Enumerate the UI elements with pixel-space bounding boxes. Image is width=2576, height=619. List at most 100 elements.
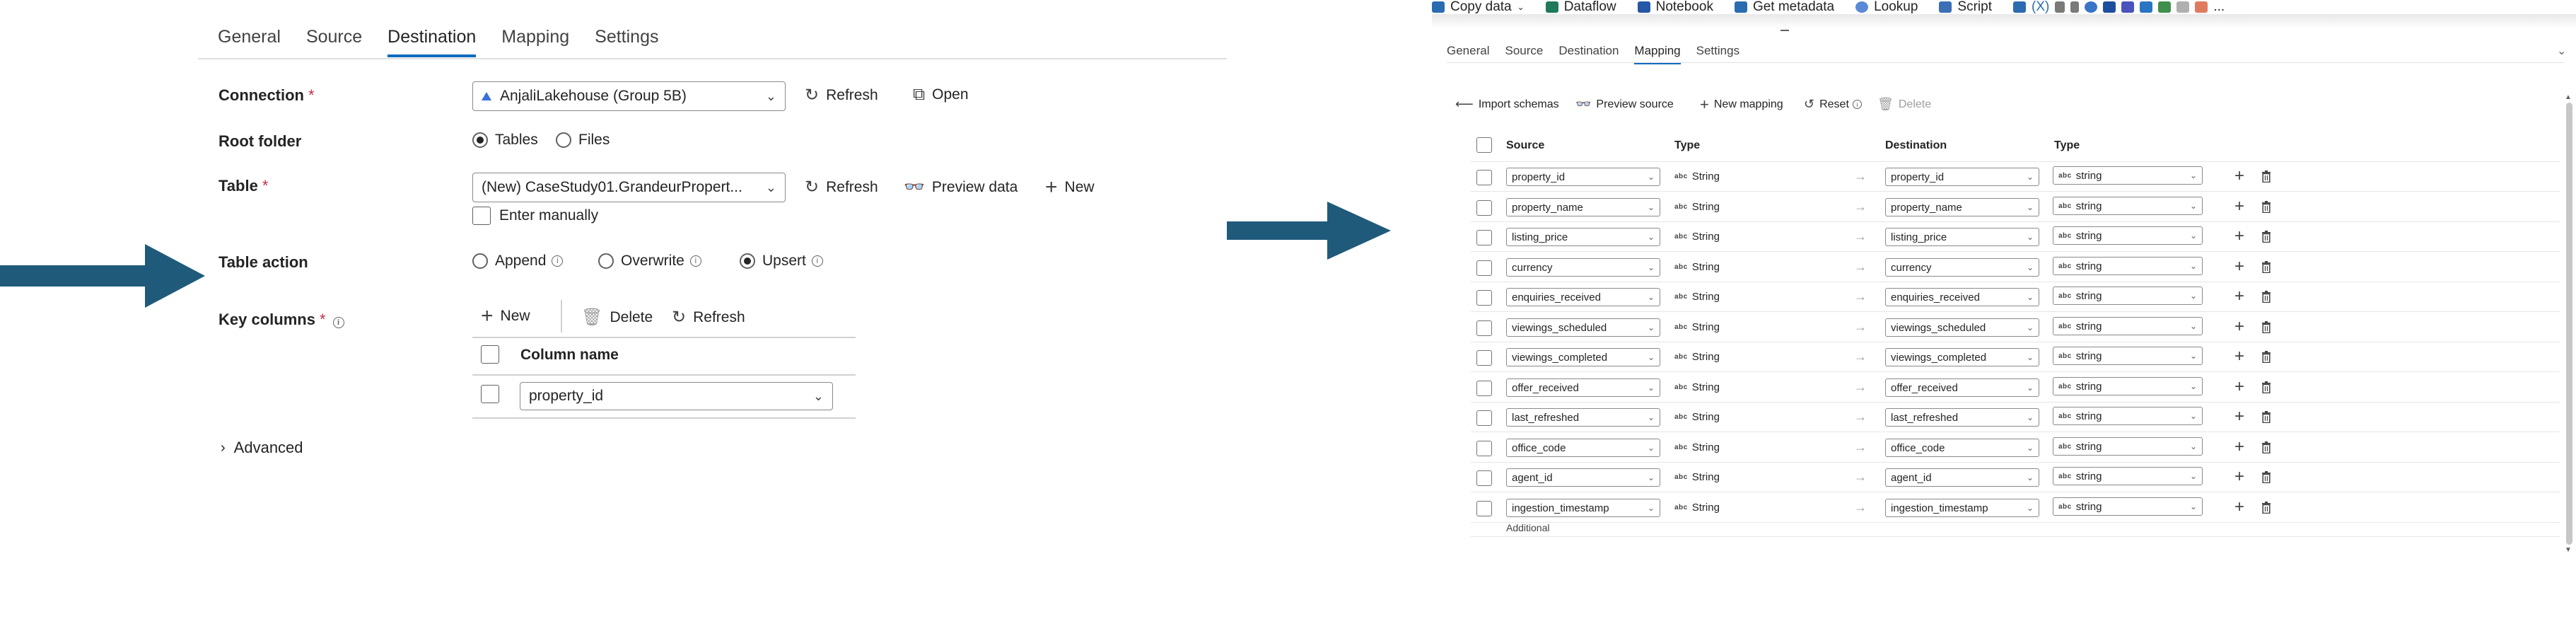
tab-destination[interactable]: Destination bbox=[1558, 44, 1619, 64]
add-row-icon[interactable]: + bbox=[2234, 439, 2244, 456]
resize-handle[interactable] bbox=[1781, 30, 1789, 31]
destination-column-select[interactable]: currency ⌄ bbox=[1885, 258, 2039, 277]
destination-type-select[interactable]: abc string ⌄ bbox=[2053, 437, 2203, 456]
destination-column-select[interactable]: agent_id ⌄ bbox=[1885, 468, 2039, 487]
tab-mapping[interactable]: Mapping bbox=[501, 27, 569, 57]
add-row-icon[interactable]: + bbox=[2234, 198, 2244, 215]
script-button[interactable]: Script bbox=[1939, 0, 1992, 15]
preview-data-button[interactable]: 👓 Preview data bbox=[904, 177, 1018, 197]
destination-type-select[interactable]: abc string ⌄ bbox=[2053, 257, 2203, 275]
delete-mapping-button[interactable]: 🗑 Delete bbox=[1877, 97, 1931, 112]
trash-icon[interactable] bbox=[2261, 291, 2271, 306]
source-column-select[interactable]: property_id ⌄ bbox=[1506, 168, 1660, 186]
source-column-select[interactable]: listing_price ⌄ bbox=[1506, 228, 1660, 246]
source-column-select[interactable]: property_name ⌄ bbox=[1506, 198, 1660, 216]
source-column-select[interactable]: viewings_scheduled ⌄ bbox=[1506, 318, 1660, 337]
tab-source[interactable]: Source bbox=[1505, 44, 1543, 64]
add-row-icon[interactable]: + bbox=[2234, 318, 2244, 335]
add-row-icon[interactable]: + bbox=[2234, 228, 2244, 245]
mapping-row-checkbox[interactable] bbox=[1476, 441, 1492, 456]
destination-column-select[interactable]: viewings_completed ⌄ bbox=[1885, 348, 2039, 366]
source-column-select[interactable]: enquiries_received ⌄ bbox=[1506, 288, 1660, 306]
destination-type-select[interactable]: abc string ⌄ bbox=[2053, 407, 2203, 425]
activity-icon[interactable] bbox=[2013, 1, 2026, 13]
radio-upsert[interactable]: Upsert i bbox=[740, 253, 823, 270]
tab-general[interactable]: General bbox=[1447, 44, 1489, 64]
mapping-row-checkbox[interactable] bbox=[1476, 501, 1492, 516]
destination-type-select[interactable]: abc string ⌄ bbox=[2053, 347, 2203, 365]
teams-icon[interactable] bbox=[2121, 1, 2135, 13]
source-column-select[interactable]: viewings_completed ⌄ bbox=[1506, 348, 1660, 366]
connection-refresh-button[interactable]: ↻ Refresh bbox=[805, 85, 878, 105]
table-select[interactable]: (New) CaseStudy01.GrandeurPropert... ⌄ bbox=[472, 173, 786, 202]
enter-manually-checkbox[interactable]: Enter manually bbox=[472, 207, 598, 225]
radio-tables[interactable]: Tables bbox=[472, 132, 538, 149]
more-icon[interactable]: ... bbox=[2213, 0, 2225, 15]
scrollbar-thumb[interactable] bbox=[2566, 103, 2572, 545]
trash-icon[interactable] bbox=[2261, 170, 2271, 186]
scroll-down-icon[interactable]: ▼ bbox=[2565, 546, 2572, 554]
mapping-row-checkbox[interactable] bbox=[1476, 381, 1492, 396]
destination-column-select[interactable]: property_name ⌄ bbox=[1885, 198, 2039, 216]
add-row-icon[interactable]: + bbox=[2234, 168, 2244, 185]
connection-open-button[interactable]: ⧉ Open bbox=[913, 85, 969, 105]
destination-column-select[interactable]: enquiries_received ⌄ bbox=[1885, 288, 2039, 306]
advanced-expander[interactable]: › Advanced bbox=[221, 439, 303, 457]
destination-column-select[interactable]: ingestion_timestamp ⌄ bbox=[1885, 499, 2039, 517]
destination-column-select[interactable]: listing_price ⌄ bbox=[1885, 228, 2039, 246]
tab-source[interactable]: Source bbox=[306, 27, 362, 57]
table-refresh-button[interactable]: ↻ Refresh bbox=[805, 177, 878, 197]
tab-settings[interactable]: Settings bbox=[595, 27, 658, 57]
destination-type-select[interactable]: abc string ⌄ bbox=[2053, 377, 2203, 395]
tab-destination[interactable]: Destination bbox=[387, 27, 477, 57]
sharepoint-icon[interactable] bbox=[2140, 1, 2153, 13]
destination-type-select[interactable]: abc string ⌄ bbox=[2053, 226, 2203, 245]
tab-mapping[interactable]: Mapping bbox=[1634, 44, 1681, 64]
branch-icon[interactable] bbox=[2055, 1, 2065, 13]
mapping-row-checkbox[interactable] bbox=[1476, 470, 1492, 486]
destination-column-select[interactable]: offer_received ⌄ bbox=[1885, 378, 2039, 397]
add-row-icon[interactable]: + bbox=[2234, 258, 2244, 275]
key-refresh-button[interactable]: ↻ Refresh bbox=[672, 307, 745, 328]
radio-append[interactable]: Append i bbox=[472, 253, 564, 270]
destination-type-select[interactable]: abc string ⌄ bbox=[2053, 166, 2203, 185]
variable-icon[interactable]: (X) bbox=[2032, 0, 2049, 15]
trash-icon[interactable] bbox=[2261, 261, 2271, 277]
get-metadata-button[interactable]: Get metadata bbox=[1734, 0, 1834, 15]
source-column-select[interactable]: agent_id ⌄ bbox=[1506, 468, 1660, 487]
trash-icon[interactable] bbox=[2261, 321, 2271, 337]
destination-column-select[interactable]: office_code ⌄ bbox=[1885, 439, 2039, 457]
trash-icon[interactable] bbox=[2261, 351, 2271, 366]
add-row-icon[interactable]: + bbox=[2234, 468, 2244, 485]
radio-files[interactable]: Files bbox=[556, 132, 610, 149]
new-mapping-button[interactable]: + New mapping bbox=[1700, 96, 1783, 114]
mapping-select-all-checkbox[interactable] bbox=[1476, 137, 1492, 153]
mapping-row-checkbox[interactable] bbox=[1476, 320, 1492, 336]
table-icon[interactable] bbox=[2176, 1, 2190, 13]
table-new-button[interactable]: + New bbox=[1045, 175, 1095, 199]
destination-type-select[interactable]: abc string ⌄ bbox=[2053, 497, 2203, 516]
add-row-icon[interactable]: + bbox=[2234, 378, 2244, 395]
key-delete-button[interactable]: 🗑 Delete bbox=[581, 307, 653, 328]
add-row-icon[interactable]: + bbox=[2234, 348, 2244, 365]
add-row-icon[interactable]: + bbox=[2234, 499, 2244, 516]
lookup-button[interactable]: Lookup bbox=[1855, 0, 1918, 15]
key-column-select[interactable]: property_id ⌄ bbox=[520, 382, 833, 410]
trash-icon[interactable] bbox=[2261, 441, 2271, 457]
destination-type-select[interactable]: abc string ⌄ bbox=[2053, 197, 2203, 215]
tree-icon[interactable] bbox=[2158, 1, 2172, 13]
preview-source-button[interactable]: 👓 Preview source bbox=[1575, 97, 1674, 112]
mapping-row-checkbox[interactable] bbox=[1476, 230, 1492, 245]
destination-column-select[interactable]: last_refreshed ⌄ bbox=[1885, 408, 2039, 427]
destination-type-select[interactable]: abc string ⌄ bbox=[2053, 467, 2203, 485]
trash-icon[interactable] bbox=[2261, 231, 2271, 246]
tab-settings[interactable]: Settings bbox=[1696, 44, 1739, 64]
switch-icon[interactable] bbox=[2070, 1, 2080, 13]
trash-icon[interactable] bbox=[2261, 471, 2271, 487]
mapping-row-checkbox[interactable] bbox=[1476, 170, 1492, 185]
destination-column-select[interactable]: viewings_scheduled ⌄ bbox=[1885, 318, 2039, 337]
trash-icon[interactable] bbox=[2261, 411, 2271, 427]
add-row-icon[interactable]: + bbox=[2234, 408, 2244, 425]
tab-general[interactable]: General bbox=[218, 27, 281, 57]
source-column-select[interactable]: last_refreshed ⌄ bbox=[1506, 408, 1660, 427]
